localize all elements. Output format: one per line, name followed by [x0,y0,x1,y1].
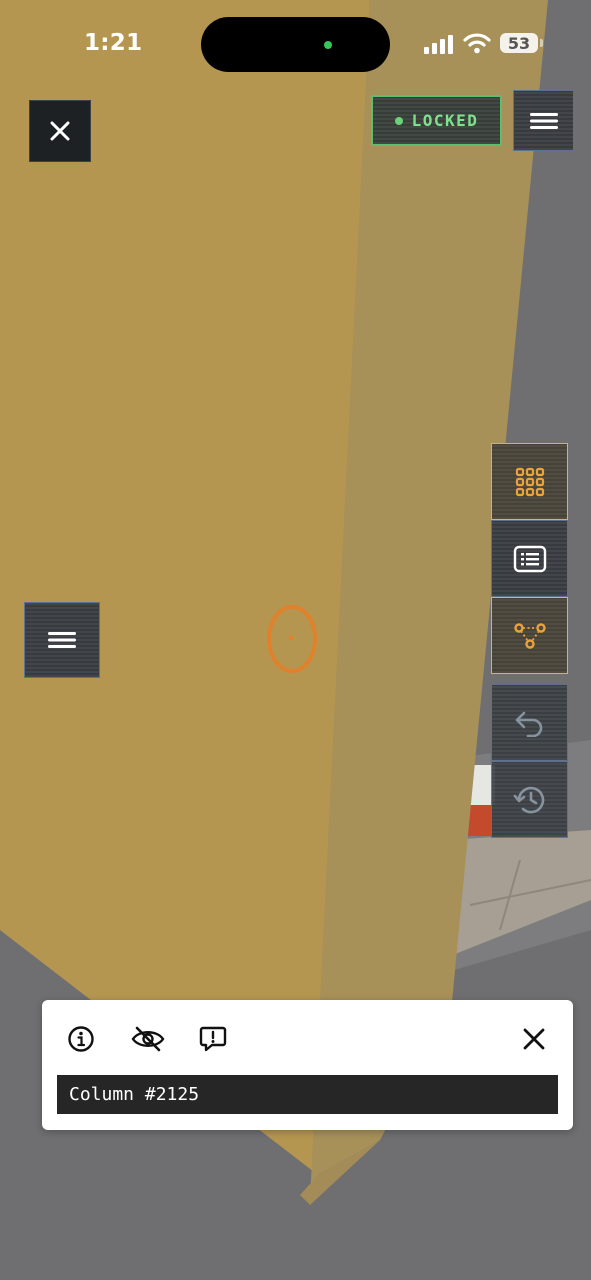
camera-in-use-indicator [324,41,332,49]
tool-grid-button[interactable] [491,443,568,520]
dynamic-island [201,17,390,72]
history-icon [513,786,544,813]
lock-status-label: LOCKED [411,111,479,130]
object-name-label: Column #2125 [57,1075,558,1114]
battery-indicator: 53 [500,33,538,53]
status-time: 1:21 [84,30,143,56]
undo-button[interactable] [491,684,568,761]
side-menu-button[interactable] [24,602,100,678]
list-card-icon [513,545,546,572]
cellular-signal-icon [424,35,453,54]
tool-list-button[interactable] [491,520,568,597]
top-menu-button[interactable] [513,90,574,151]
lock-status-badge[interactable]: LOCKED [371,95,502,146]
hide-button[interactable] [130,1024,166,1054]
info-icon [68,1026,94,1052]
hide-icon [131,1026,165,1052]
tool-connect-button[interactable] [491,597,568,674]
history-button[interactable] [491,761,568,838]
battery-nub [540,39,543,47]
lock-status-dot [394,116,403,125]
close-card-button[interactable] [519,1024,549,1054]
menu-icon [529,112,558,129]
menu-icon [48,632,76,648]
close-scan-button[interactable] [29,100,91,162]
feedback-icon [199,1026,227,1052]
grid-icon [515,467,544,496]
object-info-card: Column #2125 [42,1000,573,1130]
close-icon [523,1028,545,1050]
close-icon [50,121,70,141]
feedback-button[interactable] [198,1024,228,1054]
connect-points-icon [513,622,546,649]
wifi-icon [463,33,491,54]
info-button[interactable] [66,1024,96,1054]
undo-icon [515,711,542,737]
